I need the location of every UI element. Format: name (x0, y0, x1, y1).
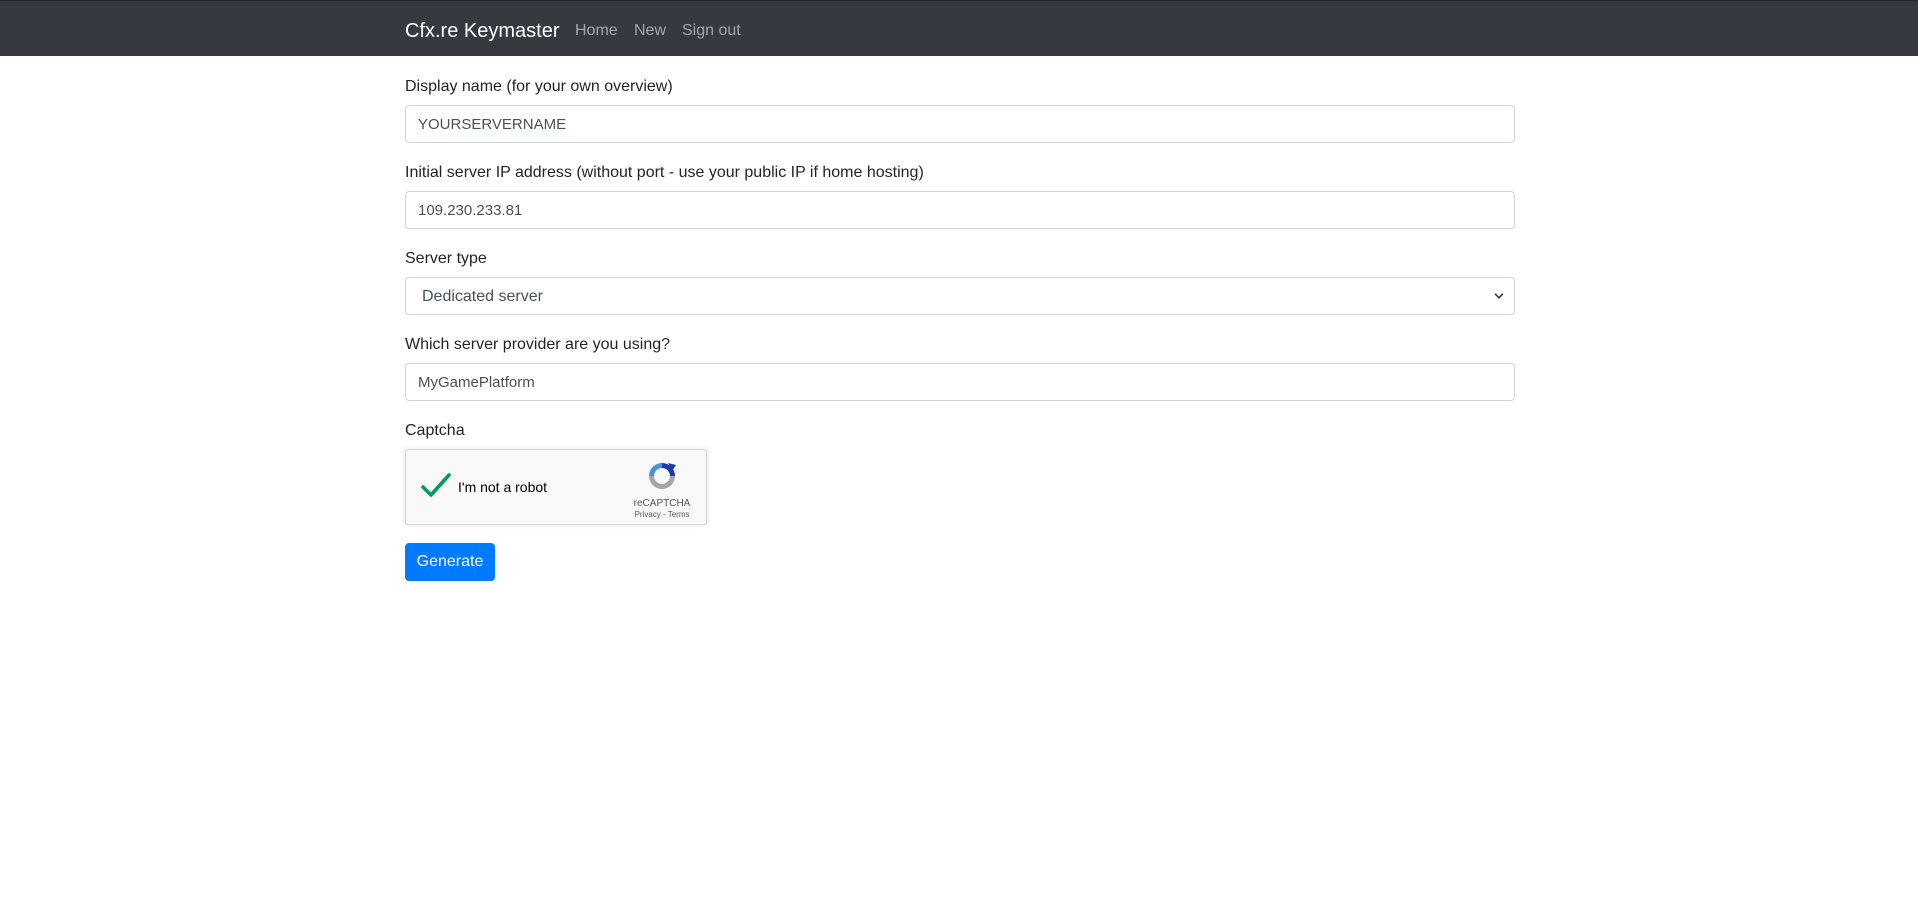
navbar-brand[interactable]: Cfx.re Keymaster (405, 20, 559, 42)
captcha-label: Captcha (405, 422, 465, 439)
generate-button[interactable]: Generate (405, 543, 495, 581)
captcha-checkbox-text: I'm not a robot (458, 479, 548, 495)
recaptcha-terms-link[interactable]: Terms (668, 510, 690, 519)
server-type-selected-value: Dedicated server (422, 288, 543, 305)
server-provider-input[interactable] (405, 363, 1515, 401)
server-provider-label: Which server provider are you using? (405, 336, 671, 353)
recaptcha-brand-text: reCAPTCHA (633, 498, 691, 509)
recaptcha-links: Privacy - Terms (618, 510, 706, 520)
recaptcha-logo-icon (649, 463, 676, 489)
display-name-input[interactable] (405, 105, 1515, 143)
recaptcha-privacy-link[interactable]: Privacy (635, 510, 661, 519)
server-type-label: Server type (405, 250, 487, 267)
nav-link-sign-out[interactable]: Sign out (682, 21, 741, 41)
recaptcha-widget: I'm not a robot reCAPTCHA Privacy - Term… (405, 449, 707, 525)
display-name-label: Display name (for your own overview) (405, 78, 673, 95)
server-ip-label: Initial server IP address (without port … (405, 164, 924, 181)
chevron-down-icon (1494, 293, 1504, 299)
server-ip-input[interactable] (405, 191, 1515, 229)
navbar: Cfx.re Keymaster Home New Sign out (0, 0, 1918, 56)
checkmark-icon[interactable] (420, 472, 452, 500)
nav-link-new[interactable]: New (634, 21, 666, 41)
server-type-select[interactable]: Dedicated server (405, 277, 1515, 315)
nav-link-home[interactable]: Home (575, 21, 618, 41)
recaptcha-links-separator: - (660, 510, 668, 519)
